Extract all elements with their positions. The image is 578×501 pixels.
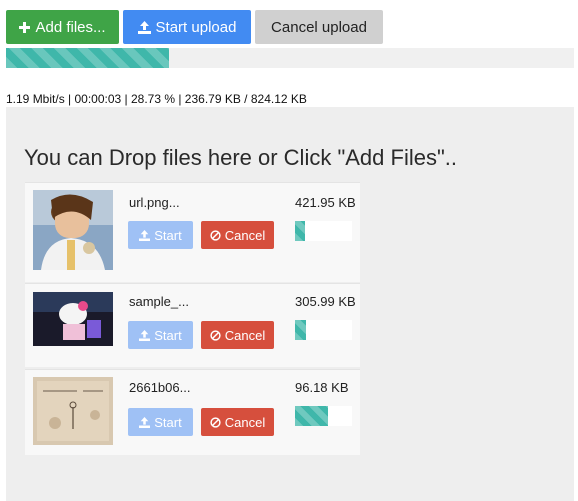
start-upload-button[interactable]: Start upload xyxy=(123,10,251,44)
file-cancel-button[interactable]: Cancel xyxy=(201,221,274,249)
global-progress-bar xyxy=(6,48,574,68)
upload-icon xyxy=(139,416,151,428)
file-start-button[interactable]: Start xyxy=(128,321,193,349)
upload-icon xyxy=(139,229,151,241)
file-cancel-label: Cancel xyxy=(224,327,266,343)
file-size: 96.18 KB xyxy=(295,380,349,395)
file-cancel-label: Cancel xyxy=(224,227,266,243)
file-cancel-label: Cancel xyxy=(224,414,266,430)
start-upload-label: Start upload xyxy=(155,18,237,36)
file-progress-fill xyxy=(295,320,307,340)
file-thumbnail xyxy=(33,377,113,445)
file-progress-bar xyxy=(295,406,352,426)
file-name: sample_... xyxy=(129,294,189,309)
cancel-upload-label: Cancel upload xyxy=(271,18,367,36)
file-size: 305.99 KB xyxy=(295,294,356,309)
file-row: sample_... 305.99 KB Start Cancel xyxy=(25,283,360,367)
toolbar: Add files... Start upload Cancel upload xyxy=(6,10,383,44)
file-thumbnail xyxy=(33,190,113,270)
upload-icon xyxy=(137,20,151,34)
drop-hint: You can Drop files here or Click "Add Fi… xyxy=(24,145,457,170)
global-progress-fill xyxy=(6,48,170,68)
file-progress-fill xyxy=(295,406,329,426)
upload-icon xyxy=(139,329,151,341)
file-thumbnail xyxy=(33,292,113,346)
ban-icon xyxy=(210,329,221,341)
file-start-button[interactable]: Start xyxy=(128,408,193,436)
file-name: 2661b06... xyxy=(129,380,191,395)
ban-icon xyxy=(210,416,221,428)
file-progress-bar xyxy=(295,221,352,241)
file-size: 421.95 KB xyxy=(295,195,356,210)
file-cancel-button[interactable]: Cancel xyxy=(201,408,274,436)
file-start-label: Start xyxy=(154,414,182,430)
plus-icon xyxy=(19,21,31,33)
cancel-upload-button[interactable]: Cancel upload xyxy=(255,10,383,44)
ban-icon xyxy=(210,229,221,241)
file-cancel-button[interactable]: Cancel xyxy=(201,321,274,349)
file-progress-bar xyxy=(295,320,352,340)
file-row: url.png... 421.95 KB Start Cancel xyxy=(25,182,360,282)
file-start-label: Start xyxy=(154,227,182,243)
drop-zone[interactable]: You can Drop files here or Click "Add Fi… xyxy=(6,107,574,501)
upload-status-text: 1.19 Mbit/s | 00:00:03 | 28.73 % | 236.7… xyxy=(6,92,307,106)
file-start-label: Start xyxy=(154,327,182,343)
add-files-button[interactable]: Add files... xyxy=(6,10,119,44)
file-name: url.png... xyxy=(129,195,180,210)
file-progress-fill xyxy=(295,221,306,241)
file-row: 2661b06... 96.18 KB Start Cancel xyxy=(25,369,360,455)
file-start-button[interactable]: Start xyxy=(128,221,193,249)
add-files-label: Add files... xyxy=(35,18,106,36)
